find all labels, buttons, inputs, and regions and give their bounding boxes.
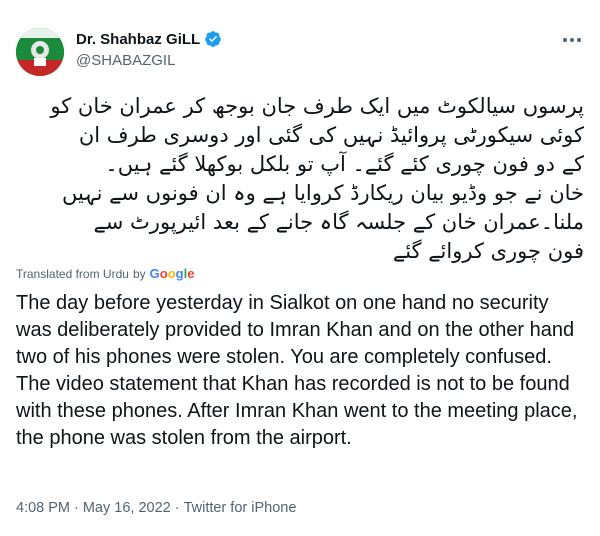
tweet-date[interactable]: May 16, 2022 [83,500,171,516]
more-options-button[interactable] [560,30,584,50]
urdu-line: ملنا۔عمران خان کے جلسہ گاہ جانے کے بعد ا… [93,210,584,234]
tweet-time[interactable]: 4:08 PM [16,500,70,516]
more-dots-icon [563,38,581,42]
author-handle[interactable]: @SHABAZGIL [76,52,175,69]
meta-separator: · [74,500,79,516]
avatar[interactable] [16,28,64,76]
urdu-line: کے دو فون چوری کئے گئے۔ آپ تو بلکل بوکھل… [105,152,584,176]
verified-badge-icon [204,30,222,48]
urdu-line: فون چوری کروائے گئے [392,239,584,263]
avatar-image [16,28,64,76]
urdu-line: خان نے جو وڈیو بیان ریکارڈ کروایا ہے وہ … [61,181,584,205]
google-logo: Google [149,266,195,281]
translation-attribution: Translated from Urdu by Google [16,266,194,281]
tweet-text-urdu: پرسوں سیالکوٹ میں ایک طرف جان بوجھ کر عم… [16,92,584,266]
translated-by-label: by [132,266,146,281]
tweet-text-english: The day before yesterday in Sialkot on o… [16,292,578,449]
tweet-metadata: 4:08 PM · May 16, 2022 · Twitter for iPhone [16,500,296,516]
urdu-line: کوئی سیکورٹی پروائیڈ نہیں کی گئی اور دوس… [78,123,584,147]
tweet-card: Dr. Shahbaz GiLL @SHABAZGIL پرسوں سیالکو… [0,0,600,536]
author-name-row: Dr. Shahbaz GiLL [76,30,222,48]
tweet-source[interactable]: Twitter for iPhone [184,500,297,516]
meta-separator: · [174,500,180,516]
urdu-line: پرسوں سیالکوٹ میں ایک طرف جان بوجھ کر عم… [50,94,584,118]
author-display-name[interactable]: Dr. Shahbaz GiLL [76,31,200,48]
translated-label: Translated from Urdu [16,266,129,281]
